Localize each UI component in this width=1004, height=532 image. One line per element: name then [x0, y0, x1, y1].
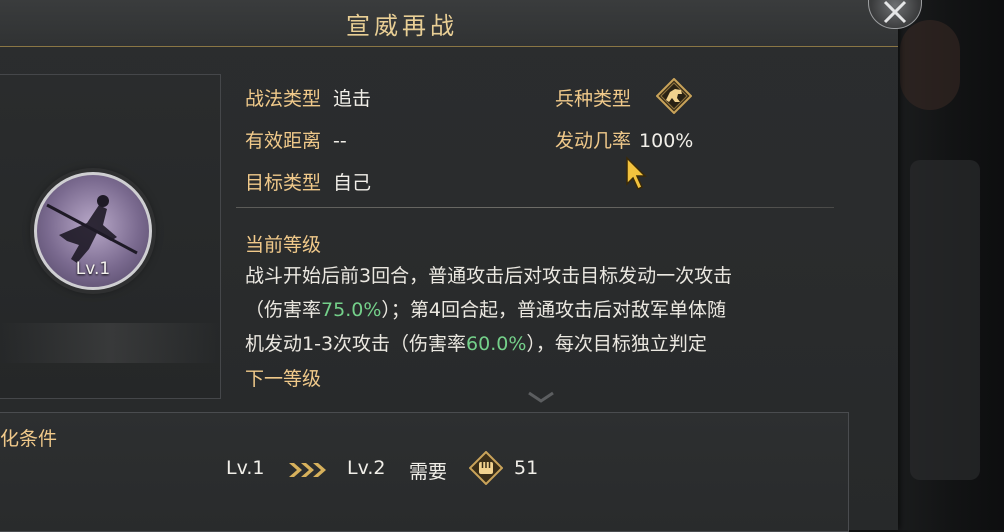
requirement-label: 需要 — [409, 461, 448, 483]
background-scene — [880, 0, 1004, 530]
tactic-type-value: 追击 — [333, 88, 372, 110]
trigger-rate-row: 发动几率 100% — [555, 126, 693, 153]
fist-icon — [468, 450, 504, 486]
title-bar: 宣威再战 — [0, 0, 898, 47]
range-value: -- — [333, 130, 347, 152]
troop-type-label: 兵种类型 — [555, 88, 632, 110]
trigger-rate-label: 发动几率 — [555, 130, 632, 152]
scene-decoration — [910, 160, 980, 480]
next-level: Lv.2 — [347, 457, 386, 479]
damage-rate-value: 60.0% — [466, 333, 527, 355]
skill-title: 宣威再战 — [346, 12, 458, 40]
card-decoration — [0, 323, 220, 363]
chevron-arrows-icon — [289, 463, 326, 477]
trigger-rate-value: 100% — [639, 130, 694, 152]
current-level-title: 当前等级 — [245, 234, 322, 256]
description-text: （伤害率 — [245, 299, 322, 321]
target-type-row: 目标类型 自己 — [245, 168, 371, 195]
description-text: ）；第4回合起，普通攻击后对敌军单体随 — [381, 299, 726, 321]
description-line: （伤害率75.0%）；第4回合起，普通攻击后对敌军单体随 — [245, 293, 837, 327]
upgrade-cost: 51 — [514, 457, 539, 479]
description-text: 机发动1-3次攻击（伤害率 — [245, 333, 467, 355]
current-level: Lv.1 — [226, 457, 265, 479]
skill-level: Lv.1 — [75, 259, 111, 279]
range-label: 有效距离 — [245, 130, 322, 152]
skill-detail-panel: 宣威再战 Lv.1 战法类型 追击 有效距离 -- 目标类型 自己 兵种类型 发动几率… — [0, 0, 898, 532]
skill-icon[interactable]: Lv.1 — [34, 172, 152, 290]
mouse-cursor-icon — [626, 156, 647, 191]
next-level-title: 下一等级 — [245, 368, 322, 390]
description-text: ），每次目标独立判定 — [526, 333, 707, 355]
tactic-type-row: 战法类型 追击 — [245, 84, 371, 111]
scroll-down-icon[interactable] — [527, 390, 555, 404]
close-icon — [883, 0, 907, 24]
description-line: 机发动1-3次攻击（伤害率60.0%），每次目标独立判定 — [245, 327, 837, 361]
damage-rate-value: 75.0% — [321, 299, 382, 321]
divider — [236, 207, 834, 208]
scene-decoration — [900, 20, 960, 110]
range-row: 有效距离 -- — [245, 126, 347, 153]
upgrade-condition-label: 化条件 — [0, 428, 58, 450]
target-type-label: 目标类型 — [245, 172, 322, 194]
tactic-type-label: 战法类型 — [245, 88, 322, 110]
troop-type-row: 兵种类型 — [555, 84, 631, 111]
description-line: 战斗开始后前3回合，普通攻击后对攻击目标发动一次攻击 — [245, 265, 733, 287]
horse-icon[interactable] — [655, 77, 693, 115]
skill-description: 战斗开始后前3回合，普通攻击后对攻击目标发动一次攻击 （伤害率75.0%）；第4… — [245, 259, 837, 361]
target-type-value: 自己 — [333, 172, 372, 194]
